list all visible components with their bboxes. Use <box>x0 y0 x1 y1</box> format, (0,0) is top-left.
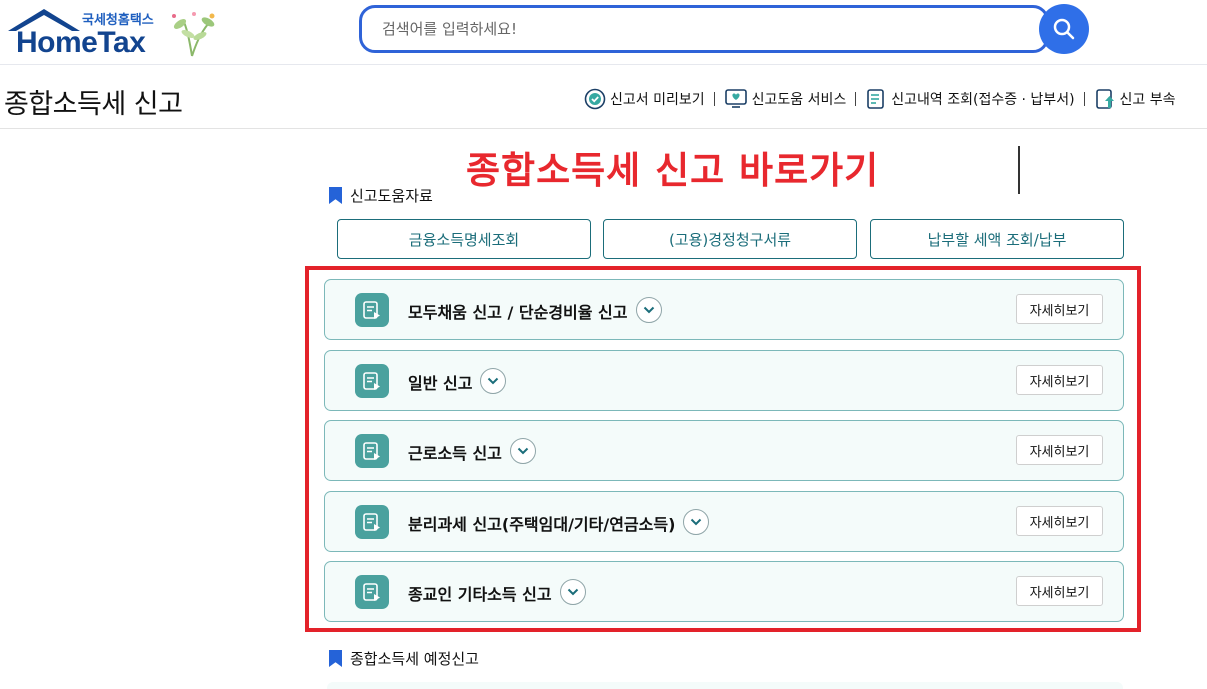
section-title: 신고도움자료 <box>350 187 433 205</box>
document-list-icon <box>867 89 885 109</box>
filing-card-title: 분리과세 신고(주택임대/기타/연금소득) <box>408 508 710 535</box>
filing-card-earned-income[interactable]: 근로소득 신고 자세히보기 <box>324 420 1124 481</box>
expand-toggle[interactable] <box>509 437 536 464</box>
filing-card-label: 일반 신고 <box>408 374 473 393</box>
document-play-icon <box>363 583 380 601</box>
shortcut-banner: 종합소득세 신고 바로가기 <box>466 149 880 192</box>
upload-doc-icon <box>1095 89 1114 109</box>
filing-card-religious[interactable]: 종교인 기타소득 신고 자세히보기 <box>324 561 1124 622</box>
preview-icon <box>584 88 606 110</box>
quick-link-label: 신고도움 서비스 <box>751 92 847 108</box>
top-header: 국세청홈택스 HomeTax <box>0 0 1207 65</box>
detail-button[interactable]: 자세히보기 <box>1016 365 1103 395</box>
filing-doc-icon <box>355 575 389 609</box>
filing-card-title: 근로소득 신고 <box>408 437 536 464</box>
detail-button[interactable]: 자세히보기 <box>1016 435 1103 465</box>
chevron-down-icon <box>643 306 654 313</box>
filing-card-label: 분리과세 신고(주택임대/기타/연금소득) <box>408 515 676 534</box>
divider <box>855 92 857 106</box>
tax-payment-button[interactable]: 납부할 세액 조회/납부 <box>870 219 1124 259</box>
hometax-logo[interactable]: 국세청홈택스 HomeTax <box>4 6 219 60</box>
document-play-icon <box>363 442 380 460</box>
expand-toggle[interactable] <box>635 296 662 323</box>
quick-link-label: 신고 부속 <box>1119 92 1176 108</box>
filing-doc-icon <box>355 505 389 539</box>
chevron-down-icon <box>691 518 702 525</box>
search-icon <box>1053 18 1075 40</box>
financial-income-button[interactable]: 금융소득명세조회 <box>337 219 591 259</box>
filing-card-title: 모두채움 신고 / 단순경비율 신고 <box>408 296 662 323</box>
plant-decoration-icon <box>172 12 215 57</box>
page-title-bar: 종합소득세 신고 신고서 미리보기 신고도움 서비스 신고내역 조회(접수증 ·… <box>0 66 1207 129</box>
filing-card-label: 근로소득 신고 <box>408 444 502 463</box>
bookmark-icon <box>329 187 342 204</box>
detail-button[interactable]: 자세히보기 <box>1016 576 1103 606</box>
quick-link-help-service[interactable]: 신고도움 서비스 <box>724 88 847 110</box>
filing-doc-icon <box>355 293 389 327</box>
next-card-edge <box>327 682 1123 689</box>
chevron-down-icon <box>517 447 529 454</box>
filing-card-separate-tax[interactable]: 분리과세 신고(주택임대/기타/연금소득) 자세히보기 <box>324 491 1124 552</box>
document-play-icon <box>363 301 380 319</box>
page-title: 종합소득세 신고 <box>4 89 183 120</box>
document-play-icon <box>363 372 380 390</box>
section-title: 종합소득세 예정신고 <box>350 650 479 668</box>
divider <box>1083 92 1085 106</box>
quick-link-filing-history[interactable]: 신고내역 조회(접수증 · 납부서) <box>865 88 1075 110</box>
quick-link-label: 신고서 미리보기 <box>610 92 705 108</box>
filing-doc-icon <box>355 364 389 398</box>
expand-toggle[interactable] <box>683 508 710 535</box>
search-input[interactable] <box>382 8 1022 50</box>
help-section-heading: 신고도움자료 <box>329 185 433 206</box>
search-box <box>359 5 1049 53</box>
filing-card-label: 종교인 기타소득 신고 <box>408 585 552 604</box>
bookmark-icon <box>329 650 342 667</box>
estimate-section-heading: 종합소득세 예정신고 <box>329 648 479 669</box>
filing-card-label: 모두채움 신고 / 단순경비율 신고 <box>408 303 628 322</box>
logo-text: HomeTax <box>16 26 146 59</box>
detail-button[interactable]: 자세히보기 <box>1016 294 1103 324</box>
quick-link-attachments[interactable]: 신고 부속 <box>1094 88 1176 110</box>
filing-card-title: 종교인 기타소득 신고 <box>408 578 586 605</box>
expand-toggle[interactable] <box>480 367 507 394</box>
divider <box>713 92 715 106</box>
filing-card-simple[interactable]: 모두채움 신고 / 단순경비율 신고 자세히보기 <box>324 279 1124 340</box>
filing-card-title: 일반 신고 <box>408 367 507 394</box>
quick-link-preview[interactable]: 신고서 미리보기 <box>584 88 705 110</box>
document-play-icon <box>363 513 380 531</box>
search-button[interactable] <box>1039 4 1089 54</box>
text-cursor <box>1018 146 1020 194</box>
quick-links: 신고서 미리보기 신고도움 서비스 신고내역 조회(접수증 · 납부서) 신고 … <box>584 88 1176 110</box>
filing-doc-icon <box>355 434 389 468</box>
detail-button[interactable]: 자세히보기 <box>1016 506 1103 536</box>
chevron-down-icon <box>567 588 578 595</box>
expand-toggle[interactable] <box>559 578 586 605</box>
chevron-down-icon <box>488 377 499 384</box>
quick-link-label: 신고내역 조회(접수증 · 납부서) <box>891 92 1075 108</box>
correction-claim-button[interactable]: (고용)경정청구서류 <box>603 219 857 259</box>
monitor-heart-icon <box>724 89 747 108</box>
filing-card-general[interactable]: 일반 신고 자세히보기 <box>324 350 1124 411</box>
